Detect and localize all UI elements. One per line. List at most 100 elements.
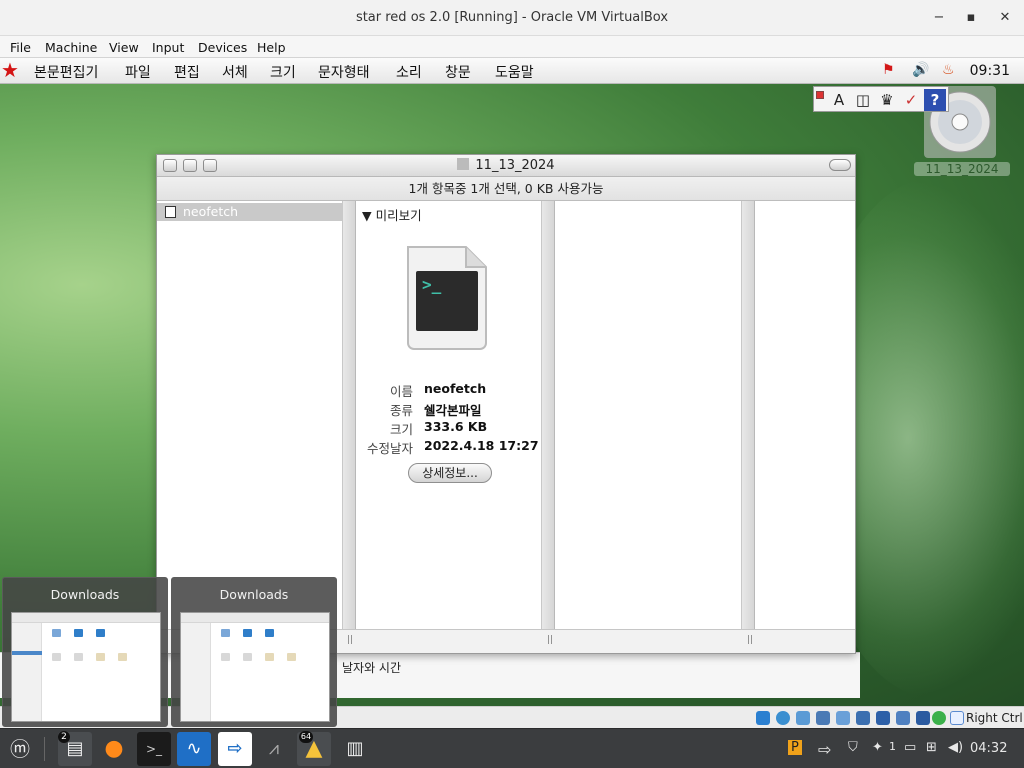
remote-desktop-icon[interactable]: ⇨ (218, 732, 252, 766)
red-star-icon[interactable]: ★ (1, 59, 19, 81)
keyboard-layout-icon[interactable]: P (788, 740, 802, 755)
window-titlebar[interactable]: 11_13_2024 (157, 155, 855, 177)
check-icon[interactable]: ✓ (900, 89, 922, 111)
guest-menu-size[interactable]: 크기 (270, 62, 296, 82)
datetime-label[interactable]: 날자와 시간 (342, 659, 401, 676)
font-icon[interactable]: A (828, 89, 850, 111)
info-value-size: 333.6 KB (424, 419, 488, 434)
preview-thumbnail (180, 612, 330, 722)
remote-icon[interactable]: ⇨ (818, 740, 831, 759)
network-icon[interactable]: ⊞ (926, 740, 937, 755)
terminal-icon[interactable]: >_ (137, 732, 171, 766)
thumb-folder-icon (52, 653, 61, 661)
notifications-count: 1 (889, 740, 896, 753)
menu-view[interactable]: View (109, 40, 139, 55)
window-preview[interactable]: Downloads (171, 577, 337, 727)
thumb-folder-icon (74, 653, 83, 661)
display-icon[interactable]: ▭ (904, 740, 916, 755)
preview-header[interactable]: ▼ 미리보기 (362, 205, 422, 224)
toolbar-toggle-button[interactable] (829, 159, 851, 171)
guest-menu-font[interactable]: 서체 (222, 62, 248, 82)
terminal-prompt: >_ (422, 275, 442, 294)
column-empty (556, 201, 742, 629)
list-item-selected[interactable]: neofetch (157, 203, 343, 221)
network-icon[interactable] (816, 711, 830, 725)
flag-icon[interactable]: ⚑ (882, 62, 895, 78)
thumb-folder-icon (74, 629, 83, 637)
usb-icon[interactable] (836, 711, 850, 725)
column-preview: ▼ 미리보기 >_ 이름 neofetch 종류 쉘각본파일 크기 333.6 … (356, 201, 542, 629)
guest-menu-help[interactable]: 도움말 (495, 62, 534, 82)
thumb-sidebar (181, 623, 211, 721)
guest-menu-sound[interactable]: 소리 (396, 62, 422, 82)
info-value-modified: 2022.4.18 17:27 (424, 438, 539, 453)
window-count-badge: 2 (58, 731, 70, 743)
more-info-button[interactable]: 상세정보... (408, 463, 492, 483)
display-icon[interactable] (876, 711, 890, 725)
window-status: 1개 항목중 1개 선택, 0 KB 사용가능 (157, 177, 855, 201)
column-grip-icon[interactable]: || (347, 635, 353, 645)
column-divider[interactable] (343, 201, 356, 629)
menu-input[interactable]: Input (152, 40, 184, 55)
notifications-icon[interactable]: ✦ (872, 740, 883, 755)
column-grip-icon[interactable]: || (747, 635, 753, 645)
notes-icon[interactable]: ▥ (338, 732, 372, 766)
thumb-selection (12, 651, 42, 655)
app-icon[interactable]: ⩘ (257, 732, 291, 766)
host-titlebar: star red os 2.0 [Running] - Oracle VM Vi… (0, 0, 1024, 36)
help-icon[interactable]: ? (924, 89, 946, 111)
minimize-button[interactable]: − (928, 8, 950, 28)
guest-menu-edit[interactable]: 편집 (174, 62, 200, 82)
thumb-sidebar (12, 623, 42, 721)
flame-icon[interactable]: ♨ (942, 62, 955, 78)
maximize-button[interactable]: ▪ (960, 8, 982, 28)
thumb-folder-icon (96, 629, 105, 637)
columns-icon[interactable]: ◫ (852, 89, 874, 111)
menu-file[interactable]: File (10, 40, 31, 55)
preview-header-text: 미리보기 (375, 208, 422, 223)
mouse-integration-icon[interactable] (950, 711, 964, 725)
guest-menu-app[interactable]: 본문편집기 (34, 62, 98, 82)
cpu-icon[interactable] (916, 711, 930, 725)
column-divider[interactable] (742, 201, 755, 629)
disclosure-triangle-icon: ▼ (362, 208, 376, 223)
list-item-label: neofetch (183, 204, 239, 219)
column-divider[interactable] (542, 201, 555, 629)
host-key-label: Right Ctrl (966, 711, 1023, 725)
thumb-folder-icon (221, 653, 230, 661)
preview-title: Downloads (50, 587, 120, 602)
host-window-title: star red os 2.0 [Running] - Oracle VM Vi… (355, 10, 669, 25)
window-preview[interactable]: Downloads (2, 577, 168, 727)
guest-menu-file[interactable]: 파일 (125, 62, 151, 82)
disk-label[interactable]: 11_13_2024 (914, 162, 1010, 176)
menu-help[interactable]: Help (257, 40, 286, 55)
audio-icon[interactable] (796, 711, 810, 725)
system-monitor-icon[interactable]: ∿ (177, 732, 211, 766)
firefox-icon[interactable]: ● (97, 732, 131, 766)
preview-title: Downloads (219, 587, 289, 602)
taskbar-clock[interactable]: 04:32 (970, 741, 1007, 756)
guest-menu-window[interactable]: 창문 (445, 62, 471, 82)
shield-icon[interactable]: ⛉ (848, 740, 858, 755)
info-label-size: 크기 (389, 422, 413, 437)
host-taskbar: ⓜ ▤ 2 ● >_ ∿ ⇨ ⩘ ▲ 64 ▥ P ⇨ ⛉ ✦ 1 ▭ ⊞ ◀)… (0, 728, 1024, 768)
column-grip-icon[interactable]: || (547, 635, 553, 645)
volume-icon[interactable]: ◀) (948, 740, 963, 755)
menu-devices[interactable]: Devices (198, 40, 247, 55)
volume-icon[interactable]: 🔊 (912, 62, 929, 78)
vm-badge: 64 (299, 731, 313, 743)
close-button[interactable]: ✕ (994, 8, 1016, 28)
mint-menu-icon[interactable]: ⓜ (3, 732, 37, 766)
menu-machine[interactable]: Machine (45, 40, 97, 55)
vt-icon[interactable] (932, 711, 946, 725)
recording-icon[interactable] (896, 711, 910, 725)
palette-close-icon[interactable] (816, 91, 824, 99)
hard-disk-icon[interactable] (756, 711, 770, 725)
crown-icon[interactable]: ♛ (876, 89, 898, 111)
info-label-kind: 종류 (389, 403, 413, 418)
window-title: 11_13_2024 (157, 158, 855, 173)
guest-menu-style[interactable]: 문자형태 (318, 62, 370, 82)
shared-folder-icon[interactable] (856, 711, 870, 725)
guest-clock[interactable]: 09:31 (970, 63, 1010, 79)
optical-drive-icon[interactable] (776, 711, 790, 725)
